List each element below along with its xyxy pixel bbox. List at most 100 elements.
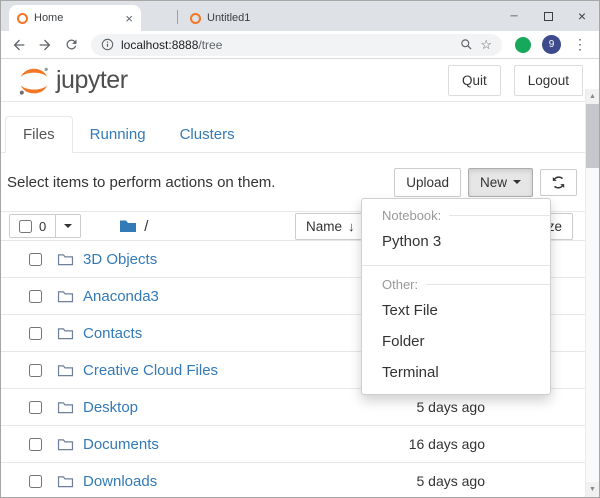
quit-button[interactable]: Quit xyxy=(448,65,501,96)
maximize-icon xyxy=(544,12,553,21)
menu-item-folder[interactable]: Folder xyxy=(362,326,550,357)
row-checkbox[interactable] xyxy=(29,475,42,488)
caret-down-icon xyxy=(513,180,521,184)
jupyter-logo-icon xyxy=(17,66,51,96)
tab-title: Untitled1 xyxy=(207,12,296,24)
close-icon: × xyxy=(578,8,586,24)
menu-item-text-file[interactable]: Text File xyxy=(362,295,550,326)
browser-tab-untitled1[interactable]: Untitled1 xyxy=(182,5,304,31)
file-name-link[interactable]: Anaconda3 xyxy=(83,288,159,305)
reload-button[interactable] xyxy=(59,33,83,57)
jupyter-logo[interactable]: jupyter xyxy=(17,66,128,96)
header-buttons: Quit Logout xyxy=(448,65,583,96)
row-checkbox[interactable] xyxy=(29,401,42,414)
file-name-link[interactable]: Desktop xyxy=(83,399,138,416)
new-dropdown-menu: Notebook: Python 3 Other: Text File Fold… xyxy=(361,198,551,395)
row-checkbox[interactable] xyxy=(29,364,42,377)
tab-title: Home xyxy=(34,12,119,24)
last-modified: 5 days ago xyxy=(417,473,486,489)
minimize-icon: ─ xyxy=(510,11,517,22)
menu-header-label: Notebook: xyxy=(382,208,441,223)
menu-item-python3[interactable]: Python 3 xyxy=(362,226,550,257)
zoom-icon[interactable] xyxy=(460,38,473,51)
window-maximize-button[interactable] xyxy=(531,1,565,31)
tab-divider xyxy=(177,10,178,24)
url-host: localhost:8888 xyxy=(121,38,198,52)
jupyter-wordmark: jupyter xyxy=(56,66,128,95)
upload-button[interactable]: Upload xyxy=(394,168,461,197)
file-name-link[interactable]: Creative Cloud Files xyxy=(83,362,218,379)
file-name-link[interactable]: Contacts xyxy=(83,325,142,342)
folder-icon xyxy=(57,438,74,451)
row-checkbox[interactable] xyxy=(29,438,42,451)
address-bar[interactable]: localhost:8888/tree ☆ xyxy=(91,34,502,56)
bookmark-star-icon[interactable]: ☆ xyxy=(480,37,492,53)
jupyter-favicon-icon xyxy=(190,13,201,24)
window-close-button[interactable]: × xyxy=(565,1,599,31)
row-checkbox[interactable] xyxy=(29,327,42,340)
menu-item-terminal[interactable]: Terminal xyxy=(362,357,550,388)
tab-close-icon[interactable]: × xyxy=(125,12,133,25)
tab-files[interactable]: Files xyxy=(5,116,73,153)
browser-tab-home[interactable]: Home × xyxy=(9,5,141,31)
folder-icon xyxy=(57,253,74,266)
reload-icon xyxy=(64,37,79,52)
menu-header-rule xyxy=(449,215,550,216)
extension-icon[interactable] xyxy=(515,37,531,53)
select-hint-text: Select items to perform actions on them. xyxy=(7,174,275,191)
jupyter-header: jupyter Quit Logout xyxy=(1,60,599,102)
page-scrollbar: ▲ ▼ xyxy=(585,89,599,497)
row-checkbox[interactable] xyxy=(29,253,42,266)
tab-running[interactable]: Running xyxy=(73,117,163,152)
select-all-group: 0 xyxy=(9,214,81,238)
breadcrumb-folder-icon[interactable] xyxy=(119,219,137,233)
arrow-right-icon xyxy=(37,37,53,53)
browser-tabstrip: Home × Untitled1 ─ × xyxy=(1,1,599,31)
last-modified: 16 days ago xyxy=(409,436,485,452)
url-path: /tree xyxy=(198,38,222,52)
menu-header-label: Other: xyxy=(382,277,418,292)
url-text: localhost:8888/tree xyxy=(121,38,222,52)
new-dropdown-button[interactable]: New xyxy=(468,168,533,197)
folder-icon xyxy=(57,475,74,488)
profile-avatar[interactable]: 9 xyxy=(542,35,561,54)
jupyter-favicon-icon xyxy=(17,13,28,24)
browser-menu-icon[interactable]: ⋮ xyxy=(573,36,587,53)
folder-icon xyxy=(57,401,74,414)
select-all-control[interactable]: 0 xyxy=(10,215,56,237)
refresh-list-button[interactable] xyxy=(540,169,577,196)
info-icon xyxy=(101,38,114,51)
select-all-checkbox[interactable] xyxy=(19,220,32,233)
arrow-left-icon xyxy=(11,37,27,53)
new-label: New xyxy=(480,175,507,190)
sort-label: Name xyxy=(306,219,342,234)
file-row: Downloads 5 days ago xyxy=(1,463,585,498)
back-button[interactable] xyxy=(7,33,31,57)
scroll-up-button[interactable]: ▲ xyxy=(586,89,599,104)
profile-badge: 9 xyxy=(549,39,555,50)
window-minimize-button[interactable]: ─ xyxy=(497,1,531,31)
sort-by-name-button[interactable]: Name ↓ xyxy=(295,213,366,240)
browser-window: Home × Untitled1 ─ × localhost:8888/tree xyxy=(0,0,600,498)
scrollbar-thumb[interactable] xyxy=(586,104,599,168)
breadcrumb-root-link[interactable]: / xyxy=(144,218,148,235)
tab-clusters[interactable]: Clusters xyxy=(163,117,252,152)
last-modified: 5 days ago xyxy=(417,399,486,415)
menu-header-other: Other: xyxy=(362,274,550,295)
action-bar: Select items to perform actions on them.… xyxy=(1,164,585,200)
select-filter-dropdown-button[interactable] xyxy=(56,215,80,237)
scroll-down-button[interactable]: ▼ xyxy=(586,482,599,497)
jupyter-tabs: Files Running Clusters xyxy=(1,115,585,153)
window-controls: ─ × xyxy=(497,1,599,31)
file-name-link[interactable]: Downloads xyxy=(83,473,157,490)
menu-header-rule xyxy=(426,284,550,285)
browser-toolbar: localhost:8888/tree ☆ 9 ⋮ xyxy=(1,31,599,59)
logout-button[interactable]: Logout xyxy=(514,65,583,96)
row-checkbox[interactable] xyxy=(29,290,42,303)
file-name-link[interactable]: Documents xyxy=(83,436,159,453)
refresh-icon xyxy=(552,176,565,189)
forward-button[interactable] xyxy=(33,33,57,57)
folder-icon xyxy=(57,364,74,377)
folder-icon xyxy=(57,327,74,340)
file-name-link[interactable]: 3D Objects xyxy=(83,251,157,268)
